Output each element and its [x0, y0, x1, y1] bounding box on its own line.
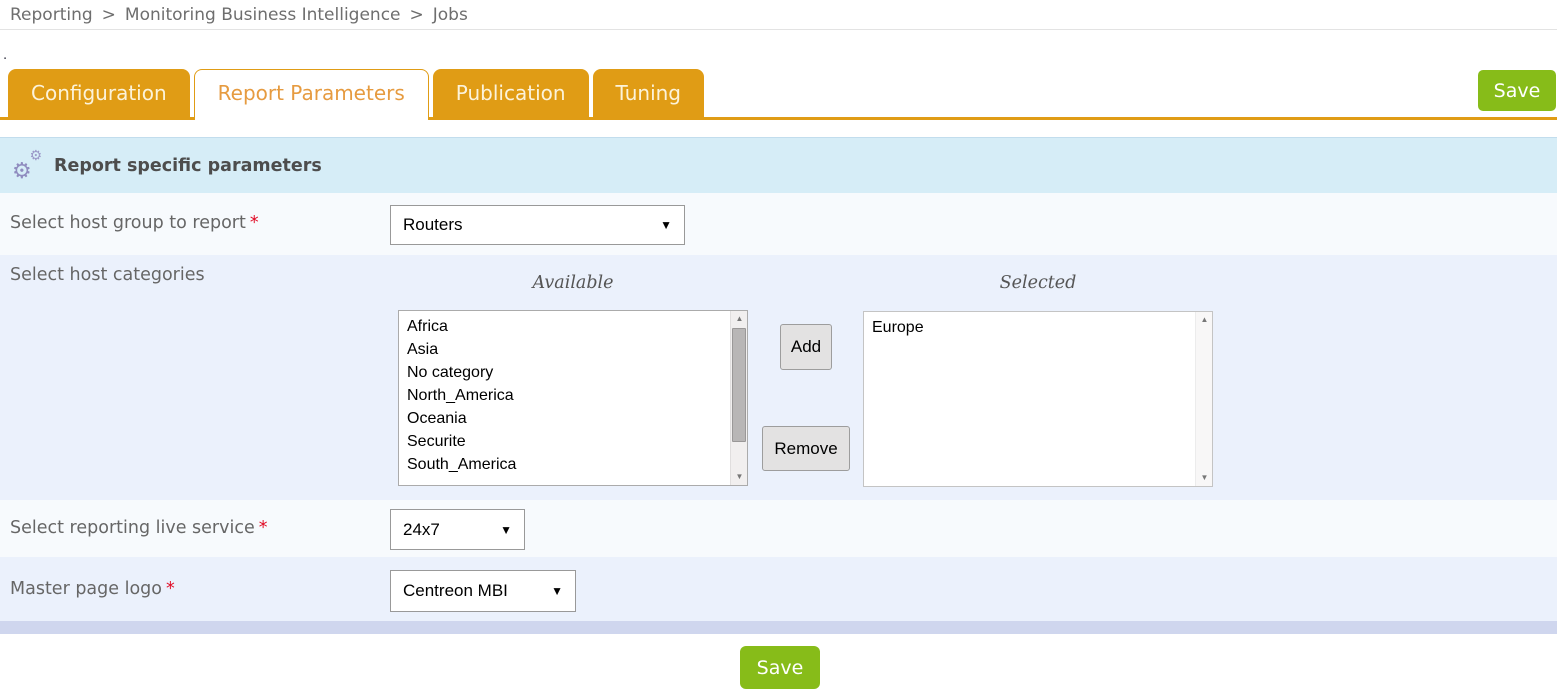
scroll-down-icon[interactable]: ▼: [1196, 470, 1213, 486]
breadcrumb-separator: >: [410, 5, 424, 25]
live-service-select[interactable]: 24x7 ▼: [390, 509, 525, 550]
list-item[interactable]: Europe: [872, 316, 1212, 339]
form-row-master-logo: Master page logo*: [0, 557, 1557, 621]
scroll-down-icon[interactable]: ▼: [731, 469, 748, 485]
scroll-up-icon[interactable]: ▲: [731, 311, 748, 327]
tab-configuration[interactable]: Configuration: [8, 69, 190, 117]
breadcrumb-item-reporting[interactable]: Reporting: [10, 5, 93, 25]
chevron-down-icon: ▼: [551, 584, 563, 598]
stray-dot: .: [3, 46, 7, 63]
list-item[interactable]: No category: [407, 361, 747, 384]
scrollbar[interactable]: ▲ ▼: [1195, 312, 1212, 486]
selected-listbox[interactable]: Europe ▲ ▼: [863, 311, 1213, 487]
required-asterisk: *: [166, 579, 175, 599]
form-row-host-group: Select host group to report*: [0, 193, 1557, 255]
form-row-live-service: Select reporting live service*: [0, 500, 1557, 557]
list-item[interactable]: North_America: [407, 384, 747, 407]
gears-icon: ⚙ ⚙: [12, 151, 46, 181]
host-categories-label: Select host categories: [10, 265, 205, 285]
remove-button[interactable]: Remove: [762, 426, 850, 471]
tab-tuning[interactable]: Tuning: [593, 69, 704, 117]
section-header: ⚙ ⚙ Report specific parameters: [0, 137, 1557, 193]
available-listbox[interactable]: Africa Asia No category North_America Oc…: [398, 310, 748, 486]
chevron-down-icon: ▼: [500, 523, 512, 537]
save-button-bottom[interactable]: Save: [740, 646, 820, 689]
list-item[interactable]: Africa: [407, 315, 747, 338]
master-logo-select[interactable]: Centreon MBI ▼: [390, 570, 576, 612]
scroll-up-icon[interactable]: ▲: [1196, 312, 1213, 328]
save-button-top[interactable]: Save: [1478, 70, 1556, 111]
required-asterisk: *: [250, 213, 259, 233]
add-button[interactable]: Add: [780, 324, 832, 370]
tab-report-parameters[interactable]: Report Parameters: [194, 69, 429, 120]
list-item[interactable]: Oceania: [407, 407, 747, 430]
breadcrumb: Reporting > Monitoring Business Intellig…: [0, 0, 1557, 30]
list-item[interactable]: South_America: [407, 453, 747, 476]
chevron-down-icon: ▼: [660, 218, 672, 232]
scrollbar-thumb[interactable]: [732, 328, 746, 442]
host-group-select-value: Routers: [403, 215, 463, 235]
tab-bar: Configuration Report Parameters Publicat…: [0, 69, 1557, 120]
section-title: Report specific parameters: [54, 156, 322, 176]
page: Reporting > Monitoring Business Intellig…: [0, 0, 1567, 698]
breadcrumb-separator: >: [102, 5, 116, 25]
host-group-select[interactable]: Routers ▼: [390, 205, 685, 245]
footer-strip: [0, 621, 1557, 634]
host-group-label: Select host group to report*: [10, 213, 259, 233]
live-service-label: Select reporting live service*: [10, 518, 267, 538]
master-logo-select-value: Centreon MBI: [403, 581, 508, 601]
list-item[interactable]: Securite: [407, 430, 747, 453]
required-asterisk: *: [259, 518, 268, 538]
master-logo-label: Master page logo*: [10, 579, 175, 599]
breadcrumb-item-jobs[interactable]: Jobs: [433, 5, 468, 25]
selected-header: Selected: [863, 273, 1213, 293]
scrollbar[interactable]: ▲ ▼: [730, 311, 747, 485]
live-service-select-value: 24x7: [403, 520, 440, 540]
available-header: Available: [398, 273, 748, 293]
breadcrumb-item-monitoring-business-intelligence[interactable]: Monitoring Business Intelligence: [125, 5, 401, 25]
tab-publication[interactable]: Publication: [433, 69, 589, 117]
list-item[interactable]: Asia: [407, 338, 747, 361]
